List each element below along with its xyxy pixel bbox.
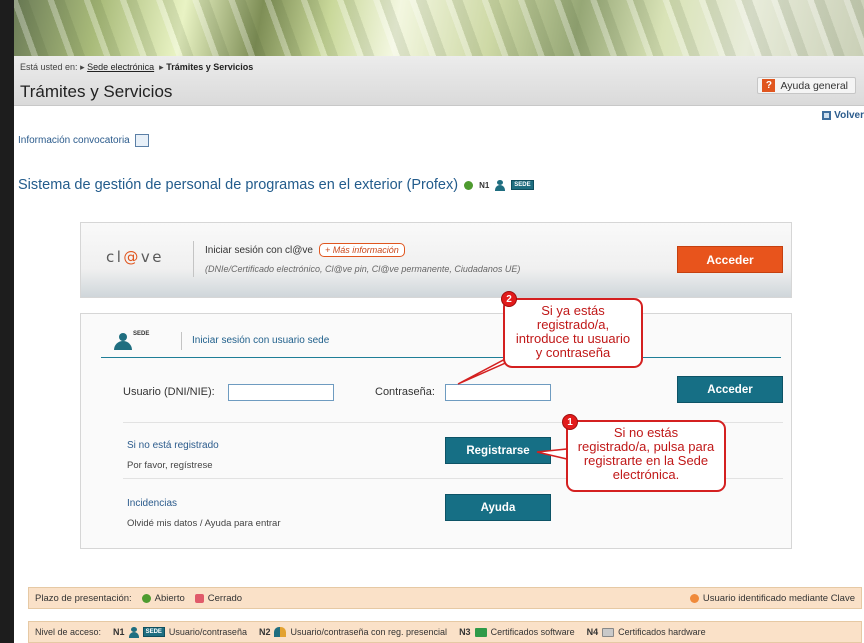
callout-pointers <box>457 356 568 460</box>
level-n4: N4 <box>586 627 599 637</box>
callout-badge-2: 2 <box>501 291 517 307</box>
user-icon <box>128 626 139 638</box>
level-n1: N1 <box>113 627 125 637</box>
level-n2-text: Usuario/contraseña con reg. presencial <box>290 627 448 637</box>
clave-user-icon <box>689 593 699 603</box>
hardware-certificate-icon <box>602 627 615 637</box>
access-level-legend: Nivel de acceso: N1 SEDE Usuario/contras… <box>28 621 862 643</box>
callout-login-hint: Si ya estás registrado/a, introduce tu u… <box>503 298 643 368</box>
page: Está usted en: ▸ Sede electrónica ▸ Trám… <box>14 0 864 643</box>
closed-status-icon <box>194 593 204 603</box>
legend-closed: Cerrado <box>207 592 243 604</box>
level-n2: N2 <box>258 627 271 637</box>
level-n4-text: Certificados hardware <box>618 627 706 637</box>
software-certificate-icon <box>474 627 487 637</box>
level-n3: N3 <box>459 627 471 637</box>
user-presential-icon <box>274 627 287 637</box>
access-level-legend-label: Nivel de acceso: <box>35 627 102 637</box>
legend-open: Abierto <box>154 592 185 604</box>
legend-clave-user: Usuario identificado mediante Clave <box>702 592 855 604</box>
deadline-legend: Plazo de presentación: Abierto Cerrado U… <box>28 587 862 609</box>
open-status-icon <box>141 593 151 603</box>
sede-tag: SEDE <box>142 627 165 637</box>
deadline-legend-label: Plazo de presentación: <box>35 592 132 604</box>
callout-register-hint: Si no estás registrado/a, pulsa para reg… <box>566 420 726 492</box>
level-n1-text: Usuario/contraseña <box>168 627 247 637</box>
callout-badge-1: 1 <box>562 414 578 430</box>
level-n3-text: Certificados software <box>490 627 575 637</box>
